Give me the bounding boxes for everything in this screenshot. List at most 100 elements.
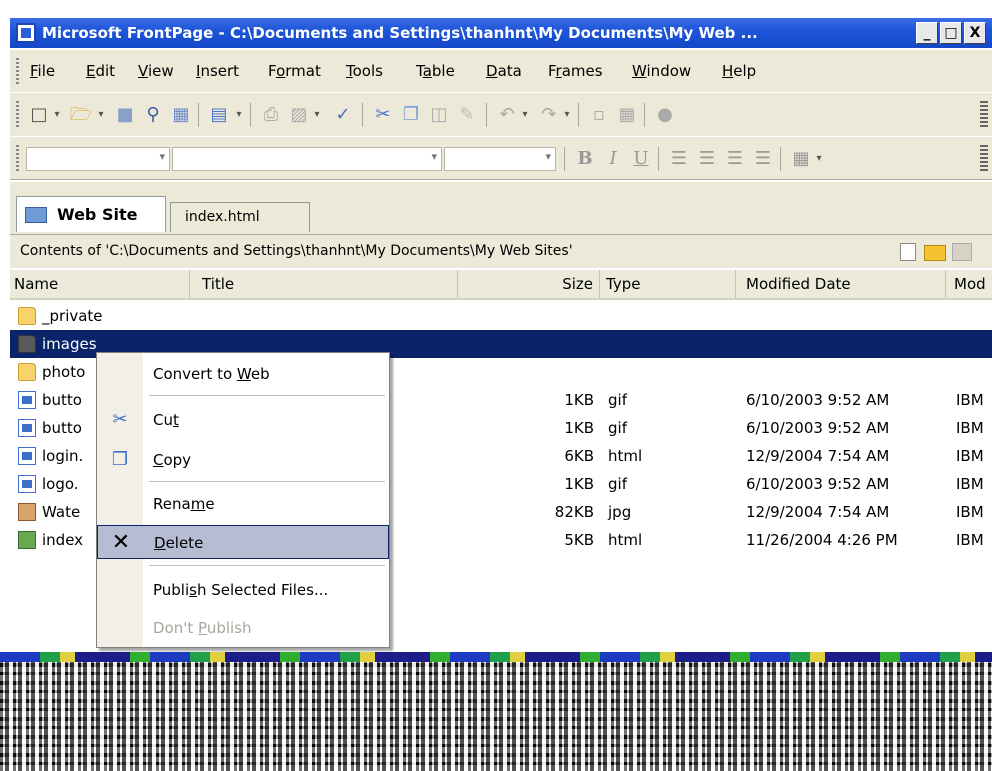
toggle-pane-icon[interactable]: ▤ xyxy=(206,103,232,127)
open-dropdown-icon[interactable]: ▾ xyxy=(94,103,108,127)
border-icon[interactable]: ▦ xyxy=(788,147,814,171)
menu-item-delete[interactable]: ✕ Delete xyxy=(97,525,389,559)
toolbar-grip[interactable] xyxy=(16,145,19,173)
tab-index-html[interactable]: index.html xyxy=(170,202,310,232)
up-folder-icon[interactable] xyxy=(952,243,972,261)
file-name: login. xyxy=(42,447,84,465)
undo-dropdown-icon[interactable]: ▾ xyxy=(518,103,532,127)
align-right-icon[interactable]: ☰ xyxy=(722,147,748,171)
toolbar-grip[interactable] xyxy=(16,101,19,129)
file-type: html xyxy=(608,447,643,465)
cut-icon[interactable]: ✂ xyxy=(370,103,396,127)
new-dropdown-icon[interactable]: ▾ xyxy=(50,103,64,127)
gif-file-icon xyxy=(18,419,36,437)
menu-table[interactable]: Table xyxy=(416,62,455,80)
preview-dropdown-icon[interactable]: ▾ xyxy=(310,103,324,127)
menu-edit[interactable]: Edit xyxy=(86,62,115,80)
file-modified-by: IBM xyxy=(956,503,984,521)
paste-icon[interactable]: ◫ xyxy=(426,103,452,127)
column-modified-by[interactable]: Mod xyxy=(946,270,992,298)
menu-item-dont-publish[interactable]: Don't Publish xyxy=(97,611,389,645)
list-item[interactable]: _private xyxy=(10,302,992,330)
column-name[interactable]: Name xyxy=(10,270,190,298)
menu-tools[interactable]: Tools xyxy=(346,62,383,80)
toolbar-separator xyxy=(658,147,659,171)
align-center-icon[interactable]: ☰ xyxy=(694,147,720,171)
file-modified-by: IBM xyxy=(956,531,984,549)
preview-icon[interactable]: ▨ xyxy=(286,103,312,127)
save-icon[interactable]: ■ xyxy=(112,103,138,127)
align-left-icon[interactable]: ☰ xyxy=(666,147,692,171)
column-type[interactable]: Type xyxy=(600,270,736,298)
font-combo[interactable]: ▾ xyxy=(172,147,442,171)
menu-separator xyxy=(149,395,385,396)
new-page-icon[interactable]: □ xyxy=(26,103,52,127)
copy-icon: ❐ xyxy=(111,449,129,470)
home-page-icon xyxy=(18,531,36,549)
menu-item-copy[interactable]: ❐ Copy xyxy=(97,443,389,477)
file-type: jpg xyxy=(608,503,632,521)
tab-index-label: index.html xyxy=(185,209,260,225)
menu-format[interactable]: Format xyxy=(268,62,321,80)
publish-icon[interactable]: ▦ xyxy=(168,103,194,127)
open-folder-icon[interactable]: 🗁 xyxy=(68,103,94,127)
redo-icon[interactable]: ↷ xyxy=(536,103,562,127)
column-size[interactable]: Size xyxy=(458,270,600,298)
file-name: butto xyxy=(42,391,82,409)
italic-button[interactable]: I xyxy=(600,147,626,171)
file-modified: 6/10/2003 9:52 AM xyxy=(746,391,890,409)
context-menu: Convert to Web ✂ Cut ❐ Copy Rename ✕ Del… xyxy=(96,352,390,648)
border-dropdown-icon[interactable]: ▾ xyxy=(812,147,826,171)
menu-window[interactable]: Window xyxy=(632,62,691,80)
menu-item-convert-to-web[interactable]: Convert to Web xyxy=(97,357,389,391)
menu-file[interactable]: File xyxy=(30,62,55,80)
file-modified-by: IBM xyxy=(956,475,984,493)
menu-separator xyxy=(149,565,385,566)
redo-dropdown-icon[interactable]: ▾ xyxy=(560,103,574,127)
column-headers: Name Title Size Type Modified Date Mod xyxy=(10,270,992,300)
file-name: butto xyxy=(42,419,82,437)
menu-help[interactable]: Help xyxy=(722,62,756,80)
file-type: gif xyxy=(608,475,627,493)
menu-data[interactable]: Data xyxy=(486,62,522,80)
copy-icon[interactable]: ❐ xyxy=(398,103,424,127)
search-icon[interactable]: ⚲ xyxy=(140,103,166,127)
menu-view[interactable]: View xyxy=(138,62,174,80)
chevron-down-icon: ▾ xyxy=(545,150,551,163)
menu-separator xyxy=(149,481,385,482)
format-painter-icon[interactable]: ✎ xyxy=(454,103,480,127)
undo-icon[interactable]: ↶ xyxy=(494,103,520,127)
menu-insert[interactable]: Insert xyxy=(196,62,239,80)
style-combo[interactable]: ▾ xyxy=(26,147,170,171)
close-button[interactable]: X xyxy=(964,22,986,44)
font-size-combo[interactable]: ▾ xyxy=(444,147,556,171)
web-component-icon[interactable]: ▫ xyxy=(586,103,612,127)
gif-file-icon xyxy=(18,475,36,493)
menu-item-publish-selected[interactable]: Publish Selected Files... xyxy=(97,573,389,607)
new-folder-icon[interactable] xyxy=(924,245,946,261)
print-icon[interactable]: ⎙ xyxy=(258,103,284,127)
underline-button[interactable]: U xyxy=(628,147,654,171)
corrupted-region xyxy=(0,652,992,771)
file-size: 6KB xyxy=(564,447,594,465)
tab-web-site[interactable]: Web Site xyxy=(16,196,166,232)
column-title[interactable]: Title xyxy=(190,270,458,298)
justify-icon[interactable]: ☰ xyxy=(750,147,776,171)
menubar-grip[interactable] xyxy=(16,58,19,86)
menu-frames[interactable]: Frames xyxy=(548,62,603,80)
toolbar-options-icon[interactable] xyxy=(980,145,988,173)
spelling-icon[interactable]: ✓ xyxy=(330,103,356,127)
menu-item-rename[interactable]: Rename xyxy=(97,487,389,521)
pane-dropdown-icon[interactable]: ▾ xyxy=(232,103,246,127)
bold-button[interactable]: B xyxy=(572,147,598,171)
toolbar-options-icon[interactable] xyxy=(980,101,988,129)
menu-item-cut[interactable]: ✂ Cut xyxy=(97,403,389,437)
insert-table-icon[interactable]: ▦ xyxy=(614,103,640,127)
maximize-button[interactable]: □ xyxy=(940,22,962,44)
file-size: 1KB xyxy=(564,391,594,409)
new-page-icon[interactable] xyxy=(900,243,916,261)
insert-picture-icon[interactable]: ● xyxy=(652,103,678,127)
minimize-button[interactable]: _ xyxy=(916,22,938,44)
file-modified-by: IBM xyxy=(956,391,984,409)
column-modified-date[interactable]: Modified Date xyxy=(736,270,946,298)
